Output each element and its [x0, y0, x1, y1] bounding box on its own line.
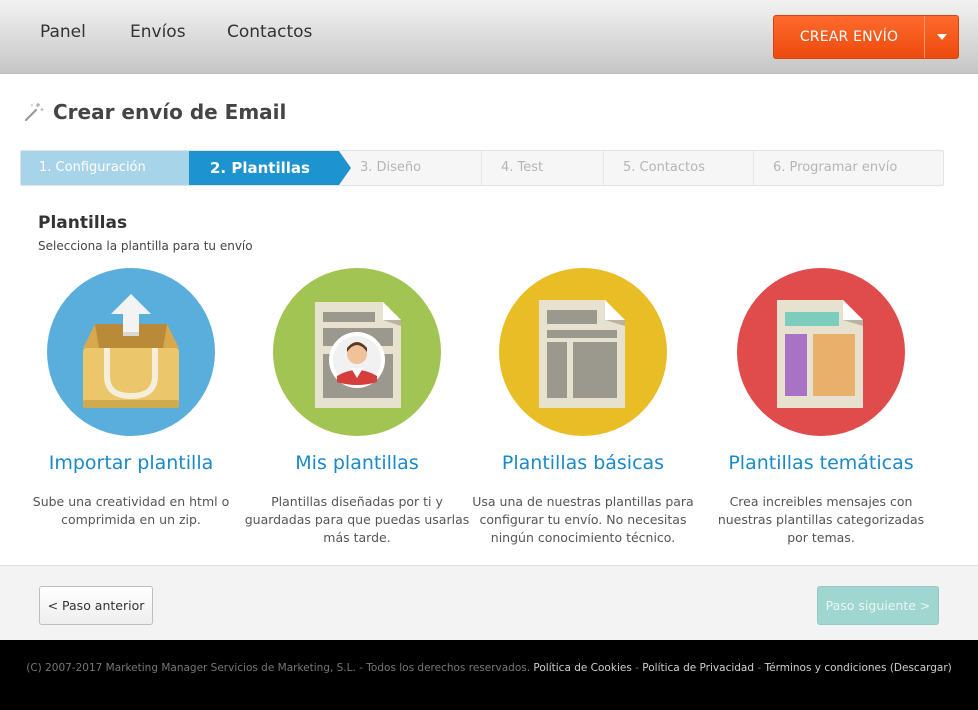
card-circle — [499, 268, 667, 436]
step-divider — [753, 151, 754, 185]
card-circle — [47, 268, 215, 436]
step-test[interactable]: 4. Test — [483, 151, 603, 185]
site-footer: (C) 2007-2017 Marketing Manager Servicio… — [0, 640, 978, 710]
card-description: Crea increibles mensajes con nuestras pl… — [717, 494, 925, 545]
terms-link[interactable]: Términos y condiciones — [765, 662, 887, 674]
step-contactos[interactable]: 5. Contactos — [605, 151, 753, 185]
themed-template-icon — [777, 300, 863, 408]
card-circle — [273, 268, 441, 436]
step-configuracion[interactable]: 1. Configuración — [21, 151, 189, 185]
card-description: Usa una de nuestras plantillas para conf… — [472, 494, 694, 545]
step-programar-envio[interactable]: 6. Programar envío — [755, 151, 943, 185]
card-title[interactable]: Mis plantillas — [244, 452, 470, 474]
privacy-policy-link[interactable]: Política de Privacidad — [642, 662, 754, 674]
card-title[interactable]: Plantillas básicas — [470, 452, 696, 474]
user-template-icon — [315, 302, 401, 408]
step-plantillas[interactable]: 2. Plantillas — [189, 151, 339, 185]
nav-envios[interactable]: Envíos — [130, 22, 186, 42]
card-circle — [737, 268, 905, 436]
nav-contactos[interactable]: Contactos — [227, 22, 312, 42]
card-mis-plantillas[interactable]: Mis plantillas Plantillas diseñadas por … — [244, 268, 470, 558]
previous-step-button[interactable]: < Paso anterior — [39, 586, 153, 625]
next-step-button[interactable]: Paso siguiente > — [817, 586, 939, 625]
card-description: Sube una creatividad en html o comprimid… — [32, 494, 230, 527]
step-divider — [481, 151, 482, 185]
create-send-button-group: CREAR ENVÍO — [773, 15, 959, 59]
legal-line: (C) 2007-2017 Marketing Manager Servicio… — [0, 662, 978, 674]
cookie-policy-link[interactable]: Política de Cookies — [533, 662, 631, 674]
magic-wand-icon — [24, 103, 44, 122]
card-importar-plantilla[interactable]: Importar plantilla Sube una creatividad … — [18, 268, 244, 558]
section-subtitle: Selecciona la plantilla para tu envío — [38, 239, 253, 253]
download-terms-link[interactable]: (Descargar) — [890, 662, 952, 674]
basic-template-icon — [539, 300, 625, 408]
create-send-button[interactable]: CREAR ENVÍO — [774, 16, 924, 58]
box-upload-icon — [83, 294, 179, 408]
section-title: Plantillas — [38, 213, 128, 233]
link-separator: - — [757, 662, 762, 674]
wizard-stepper: 1. Configuración 2. Plantillas 3. Diseño… — [20, 150, 944, 186]
chevron-down-icon[interactable] — [925, 16, 959, 58]
card-description: Plantillas diseñadas por ti y guardadas … — [244, 494, 470, 545]
nav-panel[interactable]: Panel — [40, 22, 86, 42]
step-divider — [603, 151, 604, 185]
wizard-footer: < Paso anterior Paso siguiente > — [0, 565, 978, 640]
link-separator: - — [635, 662, 639, 674]
copyright-text: (C) 2007-2017 Marketing Manager Servicio… — [26, 662, 531, 674]
step-diseno[interactable]: 3. Diseño — [341, 151, 481, 185]
page-title: Crear envío de Email — [53, 100, 287, 124]
card-title[interactable]: Plantillas temáticas — [708, 452, 934, 474]
card-plantillas-tematicas[interactable]: Plantillas temáticas Crea increibles men… — [708, 268, 934, 558]
top-navbar: Panel Envíos Contactos CREAR ENVÍO — [0, 0, 978, 74]
card-title[interactable]: Importar plantilla — [18, 452, 244, 474]
card-plantillas-basicas[interactable]: Plantillas básicas Usa una de nuestras p… — [470, 268, 696, 558]
